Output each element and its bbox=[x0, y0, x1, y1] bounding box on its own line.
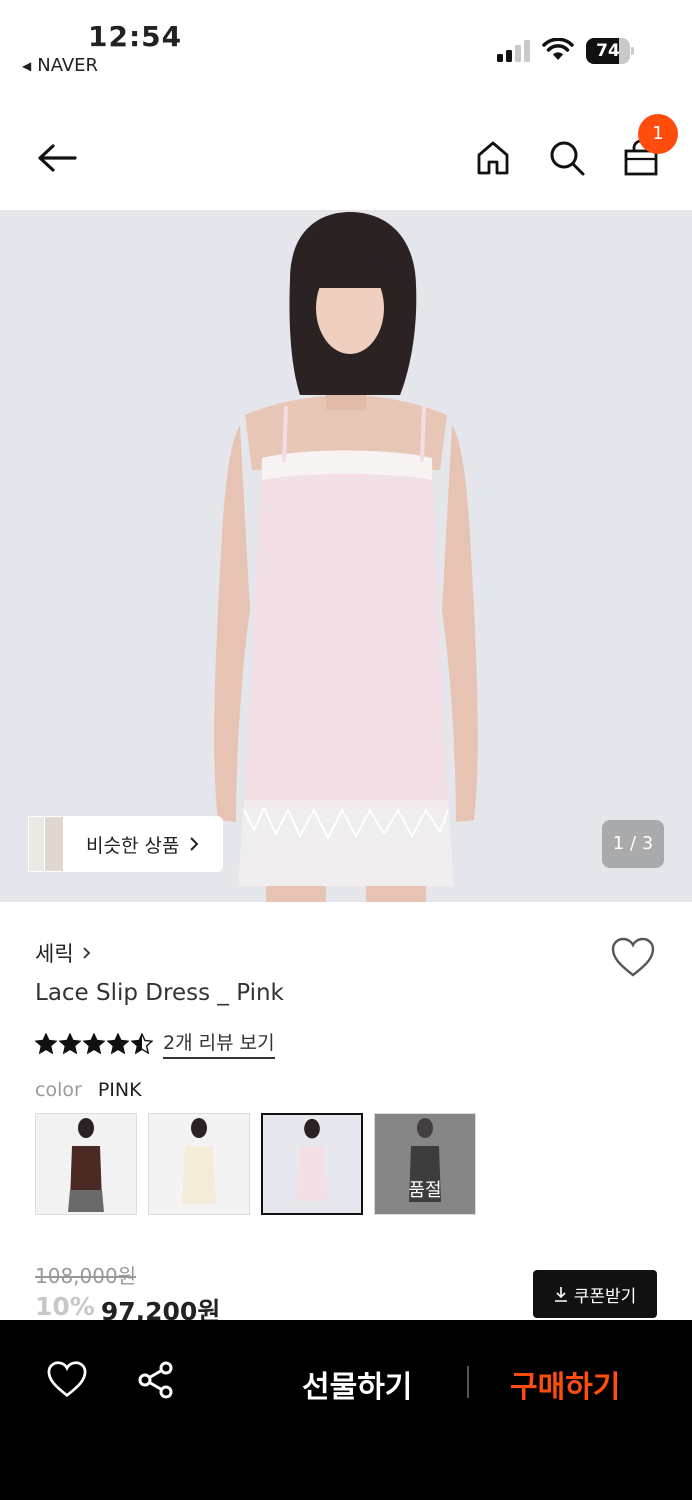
search-button[interactable] bbox=[542, 133, 592, 183]
swatch-image bbox=[263, 1115, 361, 1213]
star-icon bbox=[107, 1032, 129, 1054]
download-icon bbox=[554, 1287, 567, 1302]
chevron-right-icon bbox=[83, 947, 90, 959]
rating-stars bbox=[35, 1032, 153, 1055]
similar-products-thumbnails bbox=[28, 816, 64, 872]
battery-level-text: 74 bbox=[596, 41, 620, 61]
original-price: 108,000원 bbox=[35, 1264, 137, 1288]
top-nav bbox=[0, 100, 692, 210]
back-triangle-icon: ◀ bbox=[22, 58, 32, 73]
color-selector-label: color PINK bbox=[35, 1079, 142, 1101]
cellular-signal-icon bbox=[497, 40, 530, 62]
wishlist-button[interactable] bbox=[610, 936, 656, 980]
divider bbox=[467, 1366, 469, 1398]
similar-products-label: 비슷한 상품 bbox=[86, 834, 180, 857]
gift-button[interactable]: 선물하기 bbox=[302, 1362, 412, 1406]
back-button[interactable] bbox=[32, 133, 82, 183]
similar-products-button[interactable]: 비슷한 상품 bbox=[28, 816, 224, 872]
color-swatches: 품절 bbox=[35, 1113, 476, 1215]
status-bar: 12:54 ◀ NAVER 74 bbox=[0, 0, 692, 90]
home-button[interactable] bbox=[468, 133, 518, 183]
wifi-icon bbox=[542, 38, 574, 60]
color-value: PINK bbox=[97, 1079, 142, 1101]
cart-count-badge: 1 bbox=[638, 114, 678, 154]
star-icon bbox=[35, 1032, 57, 1054]
brand-name: 세릭 bbox=[35, 942, 74, 966]
swatch-image bbox=[36, 1114, 136, 1214]
product-name: Lace Slip Dress _ Pink bbox=[35, 980, 284, 1006]
brand-link[interactable]: 세릭 bbox=[35, 938, 91, 968]
share-icon bbox=[138, 1361, 173, 1399]
swatch-ivory[interactable] bbox=[148, 1113, 250, 1215]
swatch-pink[interactable] bbox=[261, 1113, 363, 1215]
heart-icon bbox=[47, 1361, 87, 1397]
battery-indicator: 74 bbox=[586, 38, 634, 64]
color-label: color bbox=[35, 1079, 82, 1101]
star-icon bbox=[131, 1032, 153, 1054]
image-counter: 1 / 3 bbox=[602, 820, 664, 868]
swatch-brown[interactable] bbox=[35, 1113, 137, 1215]
swatch-image bbox=[149, 1114, 249, 1214]
coupon-label: 쿠폰받기 bbox=[573, 1286, 637, 1307]
bottom-action-bar: 선물하기 구매하기 bbox=[0, 1320, 692, 1500]
swatch-black[interactable]: 품절 bbox=[374, 1113, 476, 1215]
rating-row: 2개 리뷰 보기 bbox=[35, 1028, 275, 1059]
star-icon bbox=[59, 1032, 81, 1054]
product-photo bbox=[214, 212, 478, 902]
review-link[interactable]: 2개 리뷰 보기 bbox=[163, 1028, 275, 1059]
sold-out-label: 품절 bbox=[408, 1180, 442, 1201]
coupon-button[interactable]: 쿠폰받기 bbox=[533, 1270, 657, 1318]
back-to-app-link[interactable]: ◀ NAVER bbox=[22, 55, 98, 76]
product-image-carousel[interactable]: 비슷한 상품 1 / 3 bbox=[0, 210, 692, 902]
star-icon bbox=[83, 1032, 105, 1054]
like-button[interactable] bbox=[46, 1360, 88, 1402]
chevron-right-icon bbox=[190, 837, 199, 851]
search-icon bbox=[550, 141, 585, 176]
heart-icon bbox=[611, 937, 655, 977]
status-time: 12:54 bbox=[88, 20, 183, 53]
buy-button[interactable]: 구매하기 bbox=[510, 1362, 620, 1406]
back-app-label: NAVER bbox=[37, 55, 99, 76]
arrow-left-icon bbox=[38, 144, 77, 172]
share-button[interactable] bbox=[136, 1360, 178, 1402]
home-icon bbox=[477, 141, 509, 175]
